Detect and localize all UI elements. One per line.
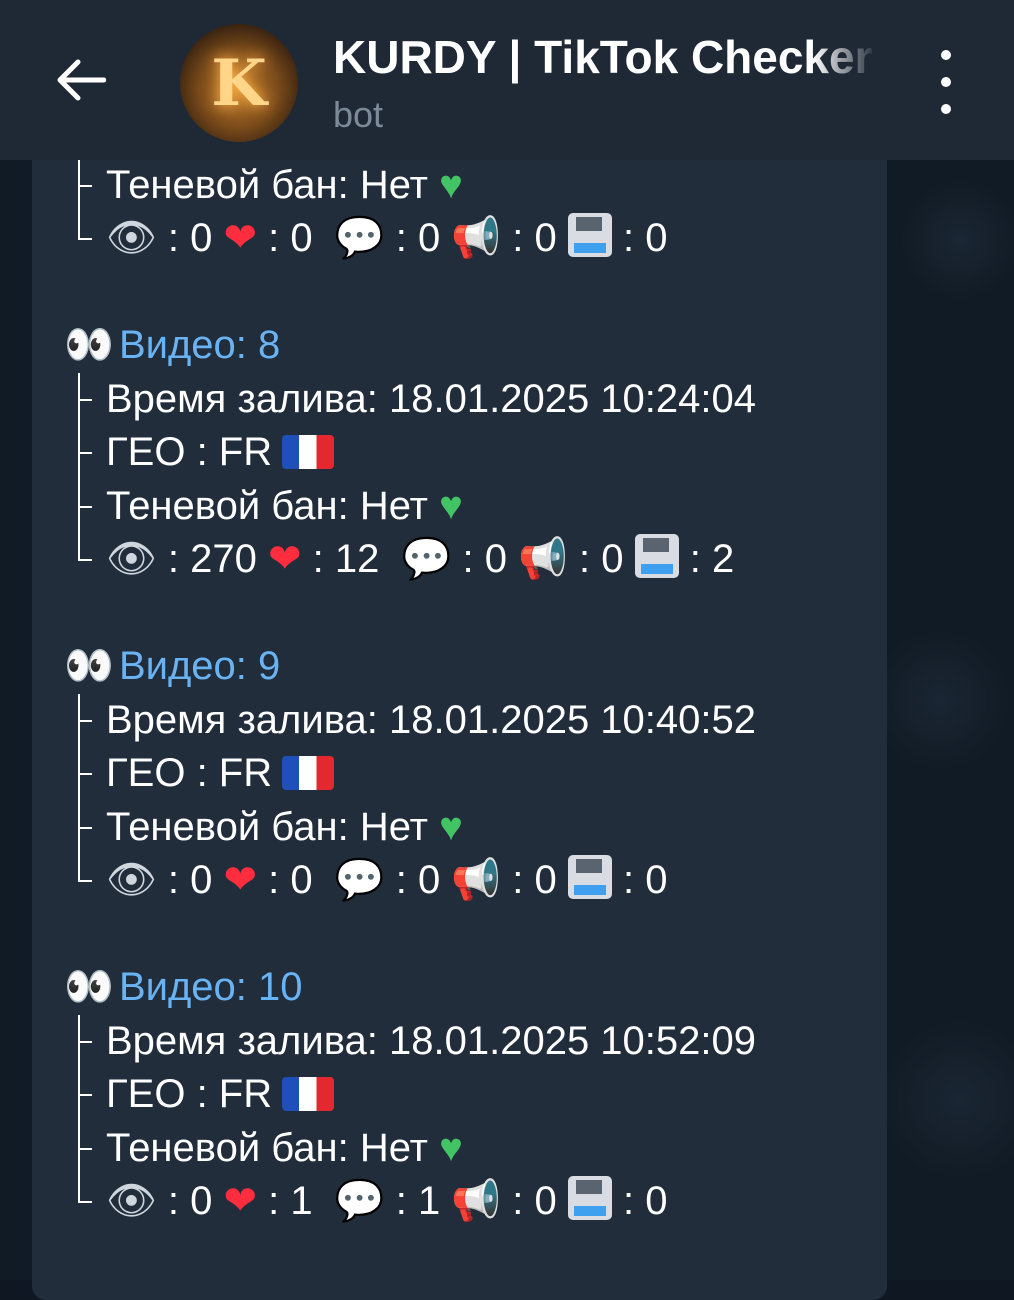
video-label: Видео: 9 [118, 644, 281, 688]
stats-line: 👁 : 0 ❤ : 1 💬 : 1 📢 : 0 : 0 [32, 1175, 887, 1229]
shadowban-line: Теневой бан: Нет ♥ [32, 479, 887, 534]
video-label: Видео: 8 [118, 323, 281, 367]
stats-line: 👁 : 270 ❤ : 12 💬 : 0 📢 : 0 : 2 [32, 533, 887, 587]
video-label: Видео: 10 [118, 965, 303, 1009]
more-vertical-icon [941, 50, 951, 60]
floppy-disk-icon [634, 534, 679, 578]
shadowban-line: Теневой бан: Нет ♥ [32, 160, 887, 212]
video-heading: 👀 Видео: 8 [32, 319, 887, 373]
green-heart-icon: ♥ [439, 162, 463, 207]
heart-icon: ❤ [223, 1179, 258, 1223]
back-button[interactable] [40, 40, 120, 120]
eyes-icon: 👀 [64, 323, 114, 367]
speech-bubble-icon: 💬 [334, 858, 385, 902]
megaphone-icon: 📢 [518, 537, 568, 581]
green-heart-icon: ♥ [439, 1125, 463, 1170]
geo-line: ГЕО : FR [32, 426, 887, 480]
shadowban-line: Теневой бан: Нет ♥ [32, 1121, 887, 1176]
eyes-icon: 👀 [64, 644, 114, 688]
eye-icon: 👁 [106, 537, 157, 581]
bot-avatar[interactable]: K [180, 24, 298, 142]
stats-line: 👁 : 0 ❤ : 0 💬 : 0 📢 : 0 : 0 [32, 212, 887, 266]
green-heart-icon: ♥ [439, 804, 463, 849]
megaphone-icon: 📢 [451, 1179, 502, 1223]
megaphone-icon: 📢 [451, 216, 502, 260]
heart-icon: ❤ [268, 537, 302, 581]
avatar-logo-letter: K [211, 45, 267, 121]
green-heart-icon: ♥ [439, 483, 463, 528]
arrow-left-icon [57, 59, 106, 101]
chat-title[interactable]: KURDY | TikTok Checker [333, 30, 878, 86]
stats-line: 👁 : 0 ❤ : 0 💬 : 0 📢 : 0 : 0 [32, 854, 887, 908]
megaphone-icon: 📢 [451, 858, 502, 902]
video-heading: 👀 Видео: 9 [32, 640, 887, 694]
chat-header: K KURDY | TikTok Checker bot [0, 0, 1014, 160]
eyes-icon: 👀 [64, 965, 114, 1009]
france-flag-icon [282, 435, 335, 469]
heart-icon: ❤ [223, 216, 258, 260]
more-menu-button[interactable] [918, 50, 974, 114]
floppy-disk-icon [567, 855, 612, 899]
heart-icon: ❤ [223, 858, 258, 902]
chat-subtitle: bot [333, 94, 384, 135]
speech-bubble-icon: 💬 [401, 537, 452, 581]
geo-line: ГЕО : FR [32, 747, 887, 801]
upload-time-line: Время залива: 18.01.2025 10:40:52 [32, 693, 887, 748]
speech-bubble-icon: 💬 [334, 1179, 385, 1223]
france-flag-icon [282, 756, 335, 790]
upload-time-line: Время залива: 18.01.2025 10:52:09 [32, 1014, 887, 1069]
message-text-area: ГЕО : FR Теневой бан: Нет ♥ 👁 : 0 ❤ : 0 … [32, 160, 887, 1280]
message-content: ГЕО : FR Теневой бан: Нет ♥ 👁 : 0 ❤ : 0 … [32, 160, 887, 1229]
video-heading: 👀 Видео: 10 [32, 961, 887, 1015]
floppy-disk-icon [567, 213, 612, 257]
floppy-disk-icon [567, 1176, 612, 1220]
shadowban-line: Теневой бан: Нет ♥ [32, 800, 887, 855]
eye-icon: 👁 [106, 216, 157, 260]
upload-time-line: Время залива: 18.01.2025 10:24:04 [32, 372, 887, 427]
eye-icon: 👁 [106, 858, 157, 902]
eye-icon: 👁 [106, 1179, 157, 1223]
geo-line: ГЕО : FR [32, 1068, 887, 1122]
speech-bubble-icon: 💬 [334, 216, 385, 260]
france-flag-icon [282, 1077, 335, 1111]
